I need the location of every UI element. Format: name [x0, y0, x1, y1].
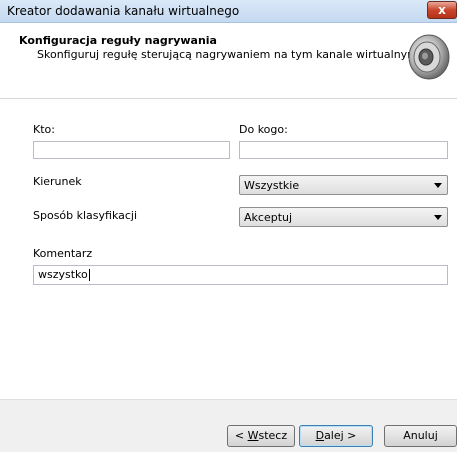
komentarz-input[interactable]: wszystko	[33, 265, 448, 285]
text-caret	[88, 269, 90, 281]
window-title: Kreator dodawania kanału wirtualnego	[7, 4, 240, 18]
wizard-footer: < Wstecz Dalej > Anuluj	[0, 399, 457, 452]
back-mnemonic: W	[247, 429, 259, 442]
chevron-down-icon	[434, 183, 442, 188]
klasyfikacja-select[interactable]: Akceptuj	[239, 207, 448, 227]
next-label-rest: alej >	[324, 429, 357, 442]
page-title: Konfiguracja reguły nagrywania	[19, 34, 217, 47]
chevron-down-icon	[434, 215, 442, 220]
next-mnemonic: D	[315, 429, 325, 442]
page-subtitle: Skonfiguruj regułę sterującą nagrywaniem…	[37, 48, 422, 61]
klasyfikacja-label: Sposób klasyfikacji	[33, 209, 138, 222]
kto-label: Kto:	[33, 123, 55, 136]
komentarz-value: wszystko	[38, 268, 90, 281]
klasyfikacja-value: Akceptuj	[244, 211, 293, 224]
back-prefix: <	[234, 429, 248, 442]
back-label-rest: stecz	[258, 429, 288, 442]
kto-input[interactable]	[33, 141, 230, 159]
wizard-header: Konfiguracja reguły nagrywania Skonfigur…	[0, 23, 457, 99]
kierunek-select[interactable]: Wszystkie	[239, 175, 448, 195]
close-button[interactable]: x	[427, 1, 457, 19]
komentarz-text: wszystko	[38, 268, 88, 281]
close-icon: x	[438, 3, 446, 17]
cancel-label: Anuluj	[403, 429, 438, 442]
do-kogo-label: Do kogo:	[239, 123, 288, 136]
next-button[interactable]: Dalej >	[299, 425, 373, 447]
title-bar: Kreator dodawania kanału wirtualnego x	[0, 0, 457, 23]
cancel-button[interactable]: Anuluj	[384, 425, 457, 447]
do-kogo-input[interactable]	[239, 141, 448, 159]
kierunek-label: Kierunek	[33, 175, 82, 188]
form-panel: Kto: Do kogo: Kierunek Wszystkie Sposób …	[0, 99, 457, 399]
kierunek-value: Wszystkie	[244, 179, 300, 192]
back-button[interactable]: < Wstecz	[227, 425, 295, 447]
komentarz-label: Komentarz	[33, 247, 93, 260]
speaker-icon	[408, 34, 450, 80]
